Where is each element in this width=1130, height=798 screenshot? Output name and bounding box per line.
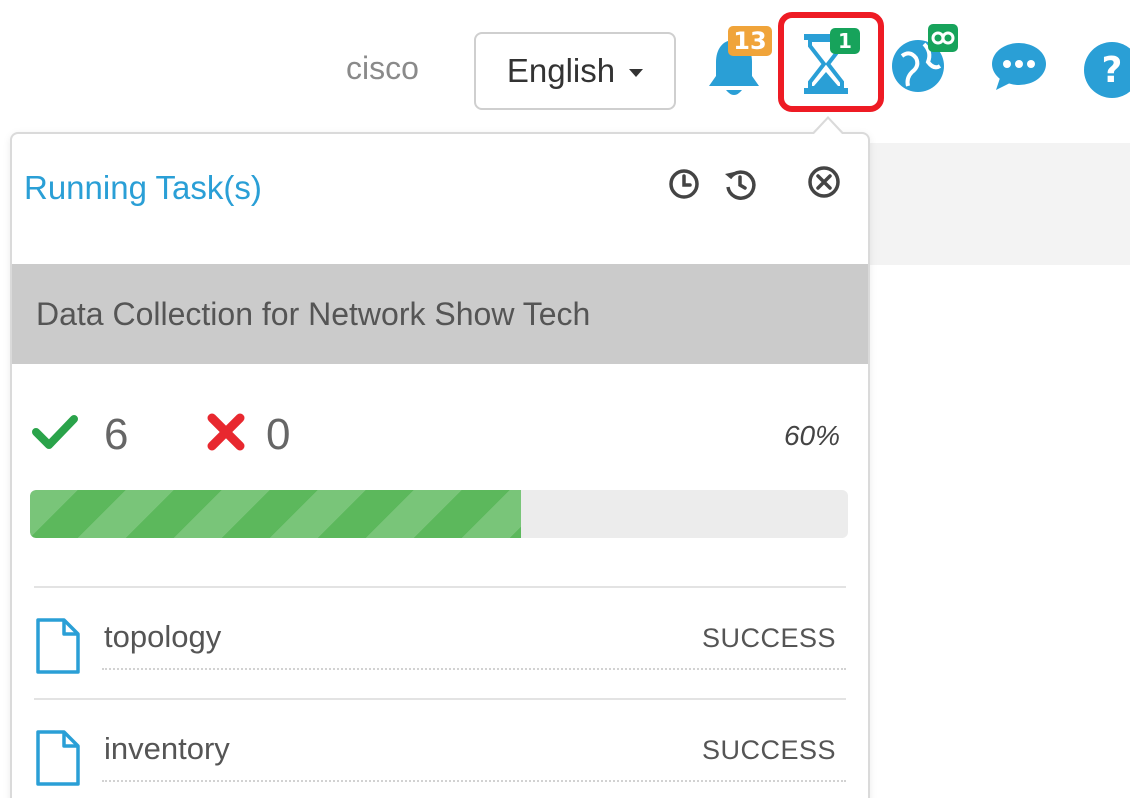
list-item[interactable]: inventory SUCCESS bbox=[34, 700, 846, 798]
help-icon[interactable]: ? bbox=[1082, 40, 1130, 100]
caret-down-icon bbox=[629, 69, 644, 77]
language-dropdown[interactable]: English bbox=[474, 32, 676, 110]
cross-icon bbox=[207, 413, 245, 451]
success-count: 6 bbox=[104, 410, 129, 459]
progress-bar-fill bbox=[30, 490, 521, 538]
svg-text:?: ? bbox=[1102, 50, 1123, 91]
item-status: SUCCESS bbox=[701, 735, 836, 765]
file-icon bbox=[36, 618, 80, 674]
chat-icon[interactable] bbox=[990, 40, 1048, 92]
progress-bar bbox=[30, 490, 848, 538]
failure-count: 0 bbox=[266, 410, 291, 459]
close-circle-icon[interactable] bbox=[806, 164, 842, 200]
item-name: topology bbox=[104, 619, 222, 654]
history-icon[interactable] bbox=[722, 166, 758, 202]
item-name: inventory bbox=[104, 731, 230, 766]
page: cisco English 13 1 ? Running Task(s) Dat… bbox=[0, 0, 1130, 798]
content-header-strip bbox=[870, 143, 1130, 265]
checkmark-icon bbox=[32, 415, 78, 449]
list-item[interactable]: topology SUCCESS bbox=[34, 588, 846, 698]
task-count-badge: 1 bbox=[830, 28, 860, 54]
progress-percent: 60% bbox=[783, 420, 840, 451]
notification-count-badge: 13 bbox=[728, 26, 772, 56]
file-icon bbox=[36, 730, 80, 786]
username-label: cisco bbox=[346, 50, 419, 86]
dotted-separator bbox=[102, 780, 846, 782]
clock-icon[interactable] bbox=[666, 166, 702, 202]
item-status: SUCCESS bbox=[701, 623, 836, 653]
dotted-separator bbox=[102, 668, 846, 670]
globe-link-icon[interactable] bbox=[888, 22, 962, 98]
popover-arrow-inner bbox=[814, 119, 842, 134]
task-name: Data Collection for Network Show Tech bbox=[36, 296, 591, 332]
popover-title: Running Task(s) bbox=[24, 169, 262, 206]
language-selected-label: English bbox=[506, 52, 616, 89]
